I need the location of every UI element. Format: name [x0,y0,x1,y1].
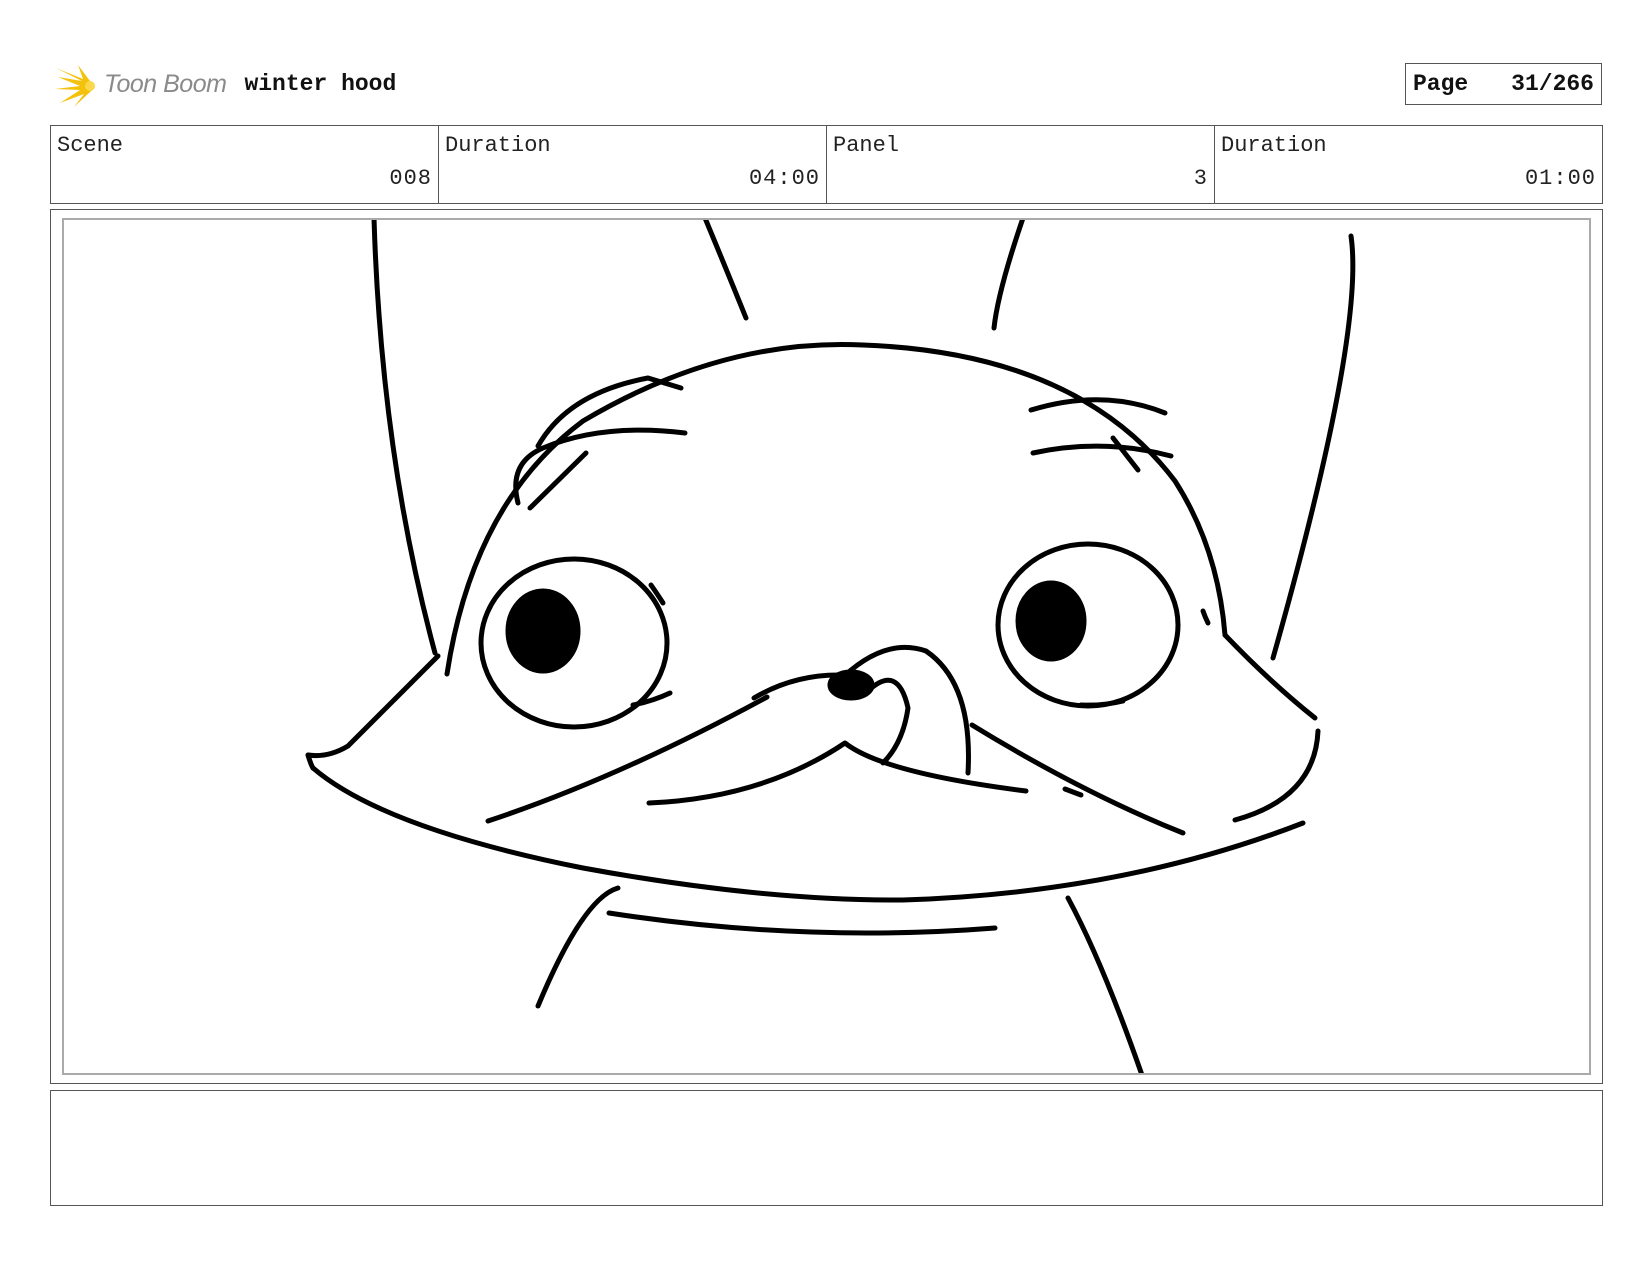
scene-value: 008 [389,166,432,191]
panel-cell: Panel 3 [827,126,1215,203]
action-notes-box [50,1090,1603,1206]
scene-duration-cell: Duration 04:00 [439,126,827,203]
starburst-icon [55,65,95,107]
panel-value: 3 [1193,166,1208,191]
panel-info-row: Scene 008 Duration 04:00 Panel 3 Duratio… [50,125,1603,204]
panel-duration-cell: Duration 01:00 [1215,126,1602,203]
panel-image-area [62,218,1591,1075]
panel-duration-label: Duration [1221,133,1327,158]
scene-cell: Scene 008 [51,126,439,203]
storyboard-header: Toon Boom winter hood [52,56,396,112]
scene-duration-value: 04:00 [748,166,820,191]
toon-boom-logo: Toon Boom [52,56,227,112]
page-indicator: Page 31/266 [1405,63,1602,105]
logo-wordmark: Toon Boom [104,69,227,98]
page-label: Page [1413,71,1469,97]
panel-label: Panel [833,133,900,158]
scene-duration-label: Duration [445,133,551,158]
page-number: 31/266 [1511,71,1594,97]
panel-duration-value: 01:00 [1524,166,1596,191]
scene-label: Scene [57,133,124,158]
project-title: winter hood [244,71,397,97]
character-sketch [305,220,1356,1073]
panel-frame [50,209,1603,1084]
